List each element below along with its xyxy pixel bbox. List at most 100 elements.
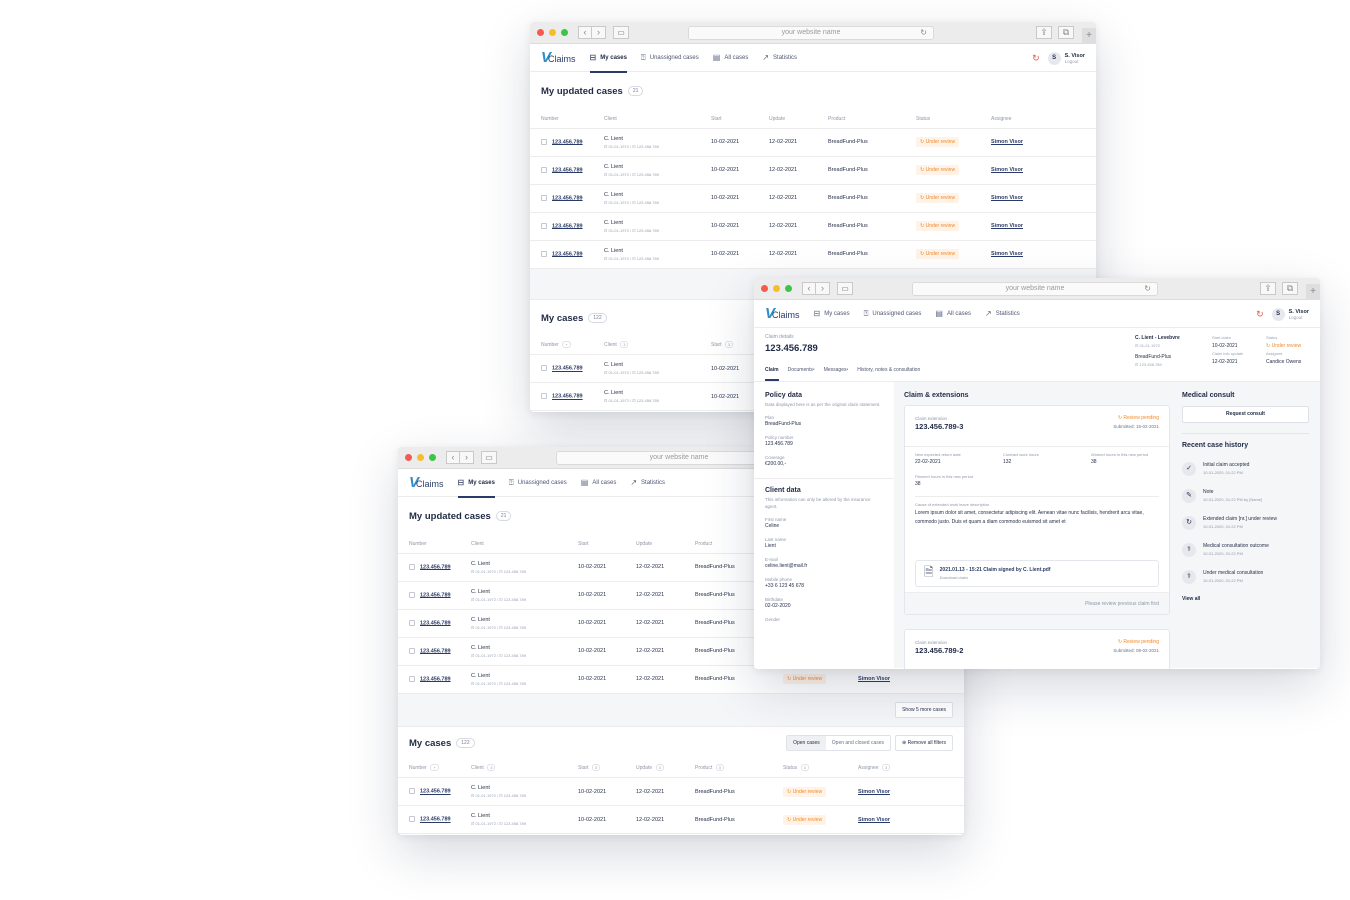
nav-all-cases[interactable]: ▤ All cases	[713, 44, 749, 72]
assignee-link[interactable]: Simon Visor	[858, 676, 890, 682]
row-checkbox[interactable]	[541, 393, 547, 400]
assignee-link[interactable]: Simon Visor	[991, 195, 1023, 201]
forward-button[interactable]: ›	[816, 282, 830, 295]
claim-extension-card[interactable]: Claim extension 123.456.789-3 ↻ Review p…	[904, 405, 1170, 615]
tabs-icon[interactable]: ⧉	[1058, 26, 1074, 39]
tab-documents[interactable]: Documents•	[788, 367, 815, 381]
notification-icon[interactable]: ↻	[1032, 53, 1040, 64]
case-number-link[interactable]: 123.456.789	[552, 366, 583, 372]
claim-document[interactable]: 🗎 2021.01.13 - 15:21 Claim signed by C. …	[915, 560, 1159, 587]
close-dot[interactable]	[761, 285, 768, 292]
table-row[interactable]: 123.456.789 C. Lient ⊡ 01-01-1972 / ⊡ 123.…	[530, 156, 1096, 185]
sidebar-toggle-icon[interactable]: ▭	[481, 451, 497, 464]
nav-unassigned-cases[interactable]: ⍰ Unassigned cases	[864, 300, 922, 328]
row-checkbox[interactable]	[409, 591, 415, 598]
case-number-link[interactable]: 123.456.789	[552, 223, 583, 229]
row-checkbox[interactable]	[409, 816, 415, 823]
tab-claim[interactable]: Claim	[765, 367, 779, 381]
row-checkbox[interactable]	[541, 250, 547, 257]
logout-link[interactable]: Logout	[1065, 59, 1085, 64]
sort-control[interactable]: 3	[591, 764, 601, 772]
share-icon[interactable]: ⇪	[1260, 282, 1276, 295]
history-item[interactable]: ⚕ Medical consultation outcome 10-01-2020,…	[1182, 536, 1309, 563]
url-bar[interactable]: your website name ↻	[688, 26, 934, 40]
logout-link[interactable]: Logout	[1289, 315, 1309, 320]
remove-filters-button[interactable]: ⊕ Remove all filters	[895, 734, 953, 751]
filter-open-cases[interactable]: Open cases	[787, 735, 826, 750]
back-button[interactable]: ‹	[802, 282, 816, 295]
minimize-dot[interactable]	[773, 285, 780, 292]
row-checkbox[interactable]	[409, 563, 415, 570]
history-item[interactable]: ✓ Initial claim accepted 10-01-2020, 01:22…	[1182, 455, 1309, 482]
assignee-link[interactable]: Simon Visor	[858, 789, 890, 795]
filter-open-closed-cases[interactable]: Open and closed cases	[826, 736, 890, 750]
url-bar[interactable]: your website name ↻	[912, 282, 1158, 296]
table-row[interactable]: 123.456.789 C. Lient ⊡ 01-01-1972 / ⊡ 123.…	[530, 128, 1096, 157]
nav-all-cases[interactable]: ▤ All cases	[581, 469, 617, 497]
table-row[interactable]: 123.456.789 C. Lient ⊡ 01-01-1972 / ⊡ 123.…	[530, 184, 1096, 213]
claim-extension-card[interactable]: Claim extension 123.456.789-2 ↻ Review p…	[904, 629, 1170, 669]
case-number-link[interactable]: 123.456.789	[420, 648, 451, 654]
maximize-dot[interactable]	[785, 285, 792, 292]
assignee-link[interactable]: Simon Visor	[858, 817, 890, 823]
share-icon[interactable]: ⇪	[1036, 26, 1052, 39]
maximize-dot[interactable]	[429, 454, 436, 461]
case-number-link[interactable]: 123.456.789	[552, 195, 583, 201]
row-checkbox[interactable]	[409, 619, 415, 626]
case-number-link[interactable]: 123.456.789	[552, 394, 583, 400]
case-number-link[interactable]: 123.456.789	[552, 139, 583, 145]
nav-statistics[interactable]: ↗ Statistics	[985, 300, 1020, 328]
col-status[interactable]: Status 3	[783, 759, 858, 778]
file-title[interactable]: 2021.01.13 - 15:21 Claim signed by C. Li…	[940, 567, 1051, 573]
col-client[interactable]: Client 3	[604, 336, 711, 355]
reload-icon[interactable]: ↻	[1144, 283, 1151, 295]
back-button[interactable]: ‹	[578, 26, 592, 39]
sidebar-toggle-icon[interactable]: ▭	[837, 282, 853, 295]
nav-my-cases[interactable]: ⊟ My cases	[814, 300, 850, 328]
avatar[interactable]: S	[1271, 307, 1285, 321]
nav-my-cases[interactable]: ⊟ My cases	[457, 469, 496, 498]
col-number[interactable]: Number +	[398, 759, 471, 778]
col-number[interactable]: Number +	[530, 336, 604, 355]
close-dot[interactable]	[405, 454, 412, 461]
table-row[interactable]: 123.456.789 C. Lient ⊡ 01-01-1972 / ⊡ 123.…	[398, 805, 964, 834]
request-consult-button[interactable]: Request consult	[1182, 406, 1309, 423]
history-item[interactable]: ✎ Note 10-01-2020, 01:22 PM by [Name]	[1182, 482, 1309, 509]
col-update[interactable]: Update 3	[636, 759, 695, 778]
sidebar-toggle-icon[interactable]: ▭	[613, 26, 629, 39]
row-checkbox[interactable]	[409, 647, 415, 654]
new-tab-button[interactable]: +	[1082, 28, 1096, 44]
tab-messages[interactable]: Messages•	[824, 367, 849, 381]
tab-history[interactable]: History, notes & consultation	[857, 367, 920, 381]
nav-unassigned-cases[interactable]: ⍰ Unassigned cases	[641, 44, 699, 72]
sort-control[interactable]: 3	[724, 341, 734, 349]
notification-icon[interactable]: ↻	[1256, 309, 1264, 320]
col-assignee[interactable]: Assignee 3	[858, 759, 964, 778]
row-checkbox[interactable]	[541, 138, 547, 145]
table-row[interactable]: 123.456.789 C. Lient ⊡ 01-01-1972 / ⊡ 123.…	[398, 777, 964, 806]
case-number-link[interactable]: 123.456.789	[420, 789, 451, 795]
case-number-link[interactable]: 123.456.789	[420, 564, 451, 570]
nav-statistics[interactable]: ↗ Statistics	[630, 469, 665, 497]
col-start[interactable]: Start 3	[578, 759, 636, 778]
case-number-link[interactable]: 123.456.789	[420, 676, 451, 682]
download-link[interactable]: Download claim	[940, 575, 1051, 580]
row-checkbox[interactable]	[541, 222, 547, 229]
avatar[interactable]: S	[1047, 51, 1061, 65]
sort-control[interactable]: +	[430, 764, 439, 772]
show-more-button[interactable]: Show 5 more cases	[895, 701, 953, 718]
reload-icon[interactable]: ↻	[920, 27, 927, 39]
table-row[interactable]: 123.456.789 C. Lient ⊡ 01-01-1972 / ⊡ 123.…	[398, 665, 964, 694]
col-client[interactable]: Client 3	[471, 759, 578, 778]
assignee-link[interactable]: Simon Visor	[991, 167, 1023, 173]
row-checkbox[interactable]	[541, 365, 547, 372]
sort-control[interactable]: 3	[655, 764, 664, 772]
sort-control[interactable]: 3	[487, 764, 496, 772]
table-row[interactable]: 123.456.789 C. Lient ⊡ 01-01-1972 / ⊡ 123.…	[530, 212, 1096, 241]
minimize-dot[interactable]	[417, 454, 424, 461]
back-button[interactable]: ‹	[446, 451, 460, 464]
maximize-dot[interactable]	[561, 29, 568, 36]
logo[interactable]: V Claims	[765, 305, 800, 322]
nav-my-cases[interactable]: ⊟ My cases	[589, 44, 628, 73]
logo[interactable]: V Claims	[541, 49, 576, 66]
